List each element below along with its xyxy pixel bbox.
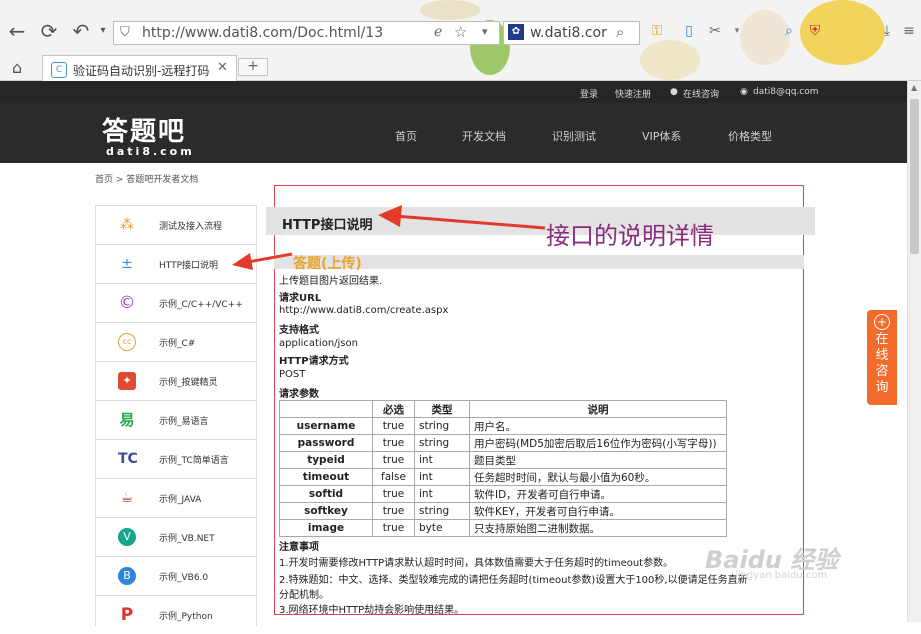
- scroll-up-icon[interactable]: ▲: [911, 83, 917, 92]
- consult-label: 在线咨询: [875, 332, 889, 395]
- page-scrollbar[interactable]: ▲: [907, 81, 921, 622]
- online-consult-button[interactable]: + 在线咨询: [867, 310, 897, 405]
- arrow-to-sidebar: [232, 252, 293, 270]
- watermark-sub: jingyan.baidu.com: [735, 570, 828, 581]
- annotation-arrows: [232, 205, 546, 270]
- arrow-to-title: [378, 205, 546, 230]
- plus-icon: +: [874, 314, 890, 330]
- scroll-thumb[interactable]: [910, 99, 919, 254]
- annotation-text: 接口的说明详情: [546, 222, 714, 250]
